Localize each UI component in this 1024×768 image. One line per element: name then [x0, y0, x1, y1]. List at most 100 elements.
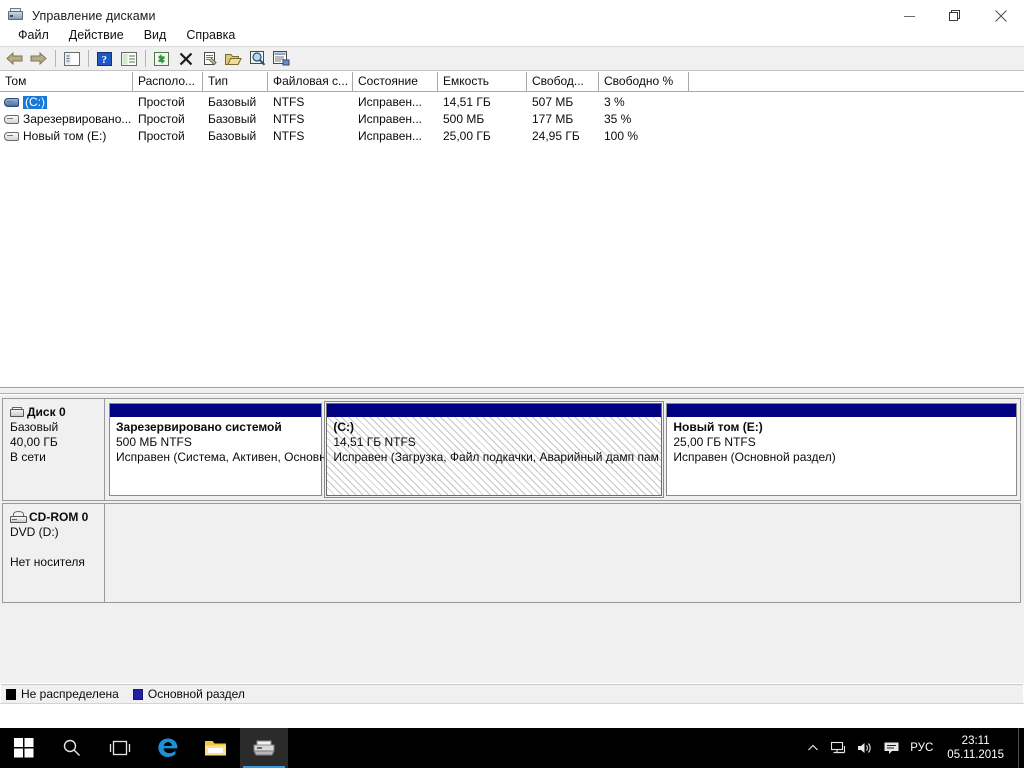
back-arrow-icon[interactable]: [3, 48, 26, 70]
show-hide-action-pane-icon[interactable]: [117, 48, 140, 70]
volume-type-cell: Базовый: [203, 128, 268, 145]
table-row[interactable]: Зарезервировано... Простой Базовый NTFS …: [0, 111, 1024, 128]
task-view-button[interactable]: [96, 728, 144, 768]
show-desktop-button[interactable]: [1018, 728, 1024, 768]
forward-arrow-icon[interactable]: [27, 48, 50, 70]
chevron-up-icon[interactable]: [800, 728, 826, 768]
table-row[interactable]: Новый том (E:) Простой Базовый NTFS Испр…: [0, 128, 1024, 145]
legend-label-primary-partition: Основной раздел: [148, 687, 245, 701]
menu-item-view[interactable]: Вид: [134, 27, 177, 44]
clock-time: 23:11: [947, 734, 1004, 748]
column-header-layout[interactable]: Располо...: [133, 72, 203, 92]
volume-list: Том Располо... Тип Файловая с... Состоян…: [0, 72, 1024, 388]
disk-state-label: В сети: [10, 450, 99, 465]
column-header-type[interactable]: Тип: [203, 72, 268, 92]
volume-name-cell[interactable]: (C:): [0, 96, 133, 109]
clock[interactable]: 23:11 05.11.2015: [943, 734, 1018, 762]
toolbar: ?: [0, 46, 1024, 71]
search-button[interactable]: [48, 728, 96, 768]
network-icon[interactable]: [826, 728, 852, 768]
volume-icon[interactable]: [852, 728, 878, 768]
partition-size-label: 14,51 ГБ NTFS: [333, 435, 657, 450]
volume-capacity-cell: 14,51 ГБ: [438, 94, 527, 111]
volume-name-label: (C:): [23, 96, 47, 109]
volume-free-percent-cell: 100 %: [599, 128, 689, 145]
partition-c-drive[interactable]: (C:) 14,51 ГБ NTFS Исправен (Загрузка, Ф…: [326, 403, 662, 496]
properties-icon[interactable]: [198, 48, 221, 70]
disk-state-label: Нет носителя: [10, 555, 99, 570]
volume-name-cell[interactable]: Новый том (E:): [0, 130, 133, 143]
disk-type-label: Базовый: [10, 420, 99, 435]
separator-2: [88, 50, 89, 67]
legend-item-unallocated: Не распределена: [6, 687, 119, 701]
column-header-filesystem[interactable]: Файловая с...: [268, 72, 353, 92]
notification-icon[interactable]: [878, 728, 904, 768]
volume-free-cell: 507 МБ: [527, 94, 599, 111]
disk-name-label: CD-ROM 0: [29, 510, 88, 524]
volume-layout-cell: Простой: [133, 111, 203, 128]
volume-name-cell[interactable]: Зарезервировано...: [0, 113, 133, 126]
menu-item-help[interactable]: Справка: [176, 27, 245, 44]
volume-status-cell: Исправен...: [353, 128, 438, 145]
menu-item-file[interactable]: Файл: [8, 27, 59, 44]
menu-bar: Файл Действие Вид Справка: [0, 25, 1024, 45]
partition-system-reserved[interactable]: Зарезервировано системой 500 МБ NTFS Исп…: [109, 403, 322, 496]
disk-name-label: Диск 0: [27, 405, 66, 419]
column-header-capacity[interactable]: Емкость: [438, 72, 527, 92]
partition-size-label: 500 МБ NTFS: [116, 435, 317, 450]
column-header-volume[interactable]: Том: [0, 72, 133, 92]
volume-icon: [4, 114, 20, 125]
export-list-icon[interactable]: [270, 48, 293, 70]
legend-swatch-primary-partition: [133, 689, 143, 700]
partition-body: Новый том (E:) 25,00 ГБ NTFS Исправен (О…: [667, 417, 1016, 495]
disk-row-disk0[interactable]: Диск 0 Базовый 40,00 ГБ В сети Зарезерви…: [2, 398, 1021, 501]
delete-icon[interactable]: [174, 48, 197, 70]
edge-button[interactable]: [144, 728, 192, 768]
help-icon[interactable]: ?: [93, 48, 116, 70]
menu-item-action[interactable]: Действие: [59, 27, 134, 44]
legend-swatch-unallocated: [6, 689, 16, 700]
volume-capacity-cell: 500 МБ: [438, 111, 527, 128]
column-header-free-percent[interactable]: Свободно %: [599, 72, 689, 92]
refresh-icon[interactable]: [150, 48, 173, 70]
column-header-status[interactable]: Состояние: [353, 72, 438, 92]
cdrom-icon: [10, 511, 28, 524]
volume-name-label: Зарезервировано...: [23, 113, 131, 126]
open-folder-icon[interactable]: [222, 48, 245, 70]
volume-layout-cell: Простой: [133, 94, 203, 111]
show-hide-console-tree-icon[interactable]: [60, 48, 83, 70]
partition-new-volume-e[interactable]: Новый том (E:) 25,00 ГБ NTFS Исправен (О…: [666, 403, 1017, 496]
search-icon[interactable]: [246, 48, 269, 70]
volume-free-cell: 24,95 ГБ: [527, 128, 599, 145]
graphical-disk-view: Диск 0 Базовый 40,00 ГБ В сети Зарезерви…: [0, 394, 1024, 683]
disk-info-disk0[interactable]: Диск 0 Базовый 40,00 ГБ В сети: [3, 399, 105, 500]
clock-date: 05.11.2015: [947, 748, 1004, 762]
disk-title: Диск 0: [10, 405, 99, 419]
system-tray: РУС 23:11 05.11.2015: [800, 728, 1024, 768]
cdrom-empty-area: [105, 504, 1020, 602]
hard-disk-icon: [10, 407, 26, 418]
table-row[interactable]: (C:) Простой Базовый NTFS Исправен... 14…: [0, 94, 1024, 111]
partition-capacity-bar: [327, 404, 661, 417]
partition-strip-disk0: Зарезервировано системой 500 МБ NTFS Исп…: [105, 399, 1020, 500]
disk-info-cdrom0[interactable]: CD-ROM 0 DVD (D:) Нет носителя: [3, 504, 105, 602]
disk-size-label: 40,00 ГБ: [10, 435, 99, 450]
volume-type-cell: Базовый: [203, 111, 268, 128]
disk-row-cdrom0[interactable]: CD-ROM 0 DVD (D:) Нет носителя: [2, 503, 1021, 603]
volume-free-percent-cell: 35 %: [599, 111, 689, 128]
volume-free-percent-cell: 3 %: [599, 94, 689, 111]
volume-free-cell: 177 МБ: [527, 111, 599, 128]
legend-bar: Не распределена Основной раздел: [1, 684, 1023, 703]
disk-size-label: [10, 540, 99, 555]
file-explorer-button[interactable]: [192, 728, 240, 768]
language-indicator[interactable]: РУС: [904, 742, 943, 754]
volume-filesystem-cell: NTFS: [268, 128, 353, 145]
start-button[interactable]: [0, 728, 48, 768]
disk-management-taskbar-button[interactable]: [240, 728, 288, 768]
separator-1: [55, 50, 56, 67]
partition-name-label: (C:): [333, 420, 657, 435]
column-header-free[interactable]: Свобод...: [527, 72, 599, 92]
taskbar: РУС 23:11 05.11.2015: [0, 728, 1024, 768]
volume-layout-cell: Простой: [133, 128, 203, 145]
disk-management-icon: [7, 7, 25, 25]
